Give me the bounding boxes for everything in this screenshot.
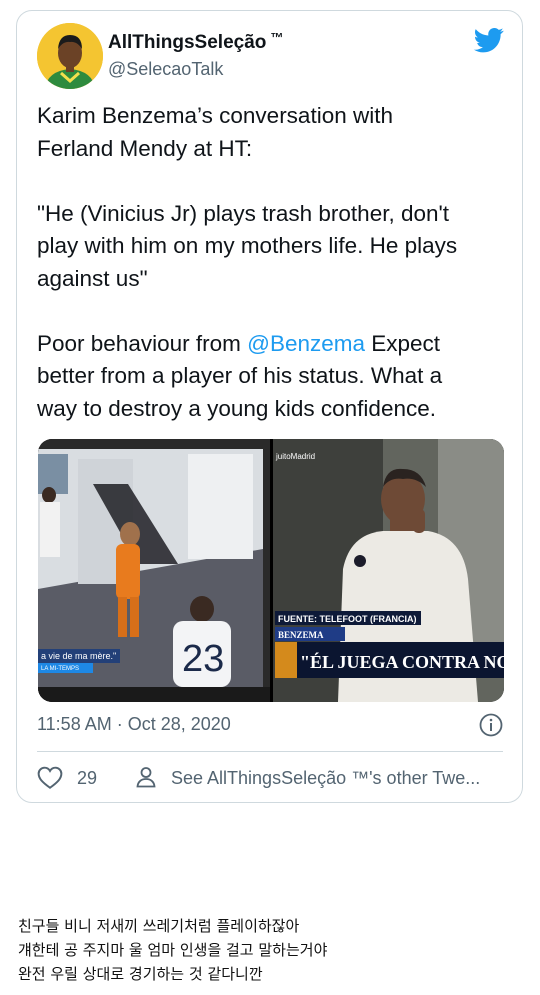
left-overlay-caption: a vie de ma mère." bbox=[41, 651, 116, 661]
tweet-line: against us" bbox=[37, 265, 148, 291]
jersey-number: 23 bbox=[182, 638, 224, 680]
left-overlay-subcaption: LA MI-TEMPS bbox=[41, 666, 79, 672]
tweet-line-text: Expect bbox=[365, 330, 441, 356]
tweet-text: Karim Benzema’s conversation with Ferlan… bbox=[37, 100, 517, 425]
tweet-line: Ferland Mendy at HT: bbox=[37, 135, 253, 161]
avatar-illustration bbox=[37, 23, 103, 89]
tweet-line: Karim Benzema’s conversation with bbox=[37, 103, 393, 128]
media-source-label: FUENTE: TELEFOOT (FRANCIA) bbox=[278, 614, 417, 624]
mention-link[interactable]: @Benzema bbox=[247, 331, 365, 356]
action-bar: 29 See AllThingsSeleção ™'s other Twe... bbox=[37, 763, 507, 793]
avatar[interactable] bbox=[37, 23, 103, 89]
person-icon[interactable] bbox=[134, 765, 158, 789]
media-name-tag: BENZEMA bbox=[278, 630, 324, 640]
media-headline: "ÉL JUEGA CONTRA NO bbox=[300, 651, 504, 672]
tweet-card[interactable]: AllThingsSeleção ™ @SelecaoTalk Karim Ben… bbox=[16, 10, 523, 803]
tweet-line: "He (Vinicius Jr) plays trash brother, d… bbox=[37, 200, 450, 226]
tweet-line: Poor behaviour from @Benzema Expect bbox=[37, 328, 517, 361]
trademark-symbol: ™ bbox=[270, 30, 284, 45]
see-other-tweets-link[interactable]: See AllThingsSeleção ™'s other Twe... bbox=[171, 768, 480, 789]
tweet-line-text: Poor behaviour from bbox=[37, 330, 248, 356]
media-watermark: juitoMadrid bbox=[275, 452, 315, 461]
info-icon[interactable] bbox=[479, 713, 503, 737]
media-image: a vie de ma mère." LA MI-TEMPS 23 juitoM… bbox=[38, 439, 504, 702]
like-count[interactable]: 29 bbox=[77, 768, 97, 789]
tweet-line: play with him on my mothers life. He pla… bbox=[37, 233, 458, 258]
display-name[interactable]: AllThingsSeleção ™ bbox=[108, 30, 283, 54]
tweet-line: better from a player of his status. What… bbox=[37, 363, 443, 388]
tweet-timestamp[interactable]: 11:58 AM · Oct 28, 2020 bbox=[37, 714, 231, 735]
heart-icon[interactable] bbox=[37, 765, 63, 791]
caption-line: 완전 우릴 상대로 경기하는 것 같다니깐 bbox=[18, 965, 263, 983]
korean-caption: 친구들 비니 저새끼 쓰레기처럼 플레이하잖아 걔한테 공 주지마 울 엄마 인… bbox=[18, 914, 528, 986]
tweet-line: way to destroy a young kids confidence. bbox=[37, 395, 436, 421]
caption-line: 친구들 비니 저새끼 쓰레기처럼 플레이하잖아 bbox=[18, 917, 300, 935]
twitter-bird-icon[interactable] bbox=[472, 25, 506, 55]
caption-line: 걔한테 공 주지마 울 엄마 인생을 걸고 말하는거야 bbox=[18, 941, 328, 959]
divider bbox=[37, 751, 503, 752]
user-handle[interactable]: @SelecaoTalk bbox=[108, 59, 223, 80]
tweet-media[interactable]: a vie de ma mère." LA MI-TEMPS 23 juitoM… bbox=[38, 439, 504, 702]
display-name-text: AllThingsSeleção bbox=[108, 32, 267, 53]
